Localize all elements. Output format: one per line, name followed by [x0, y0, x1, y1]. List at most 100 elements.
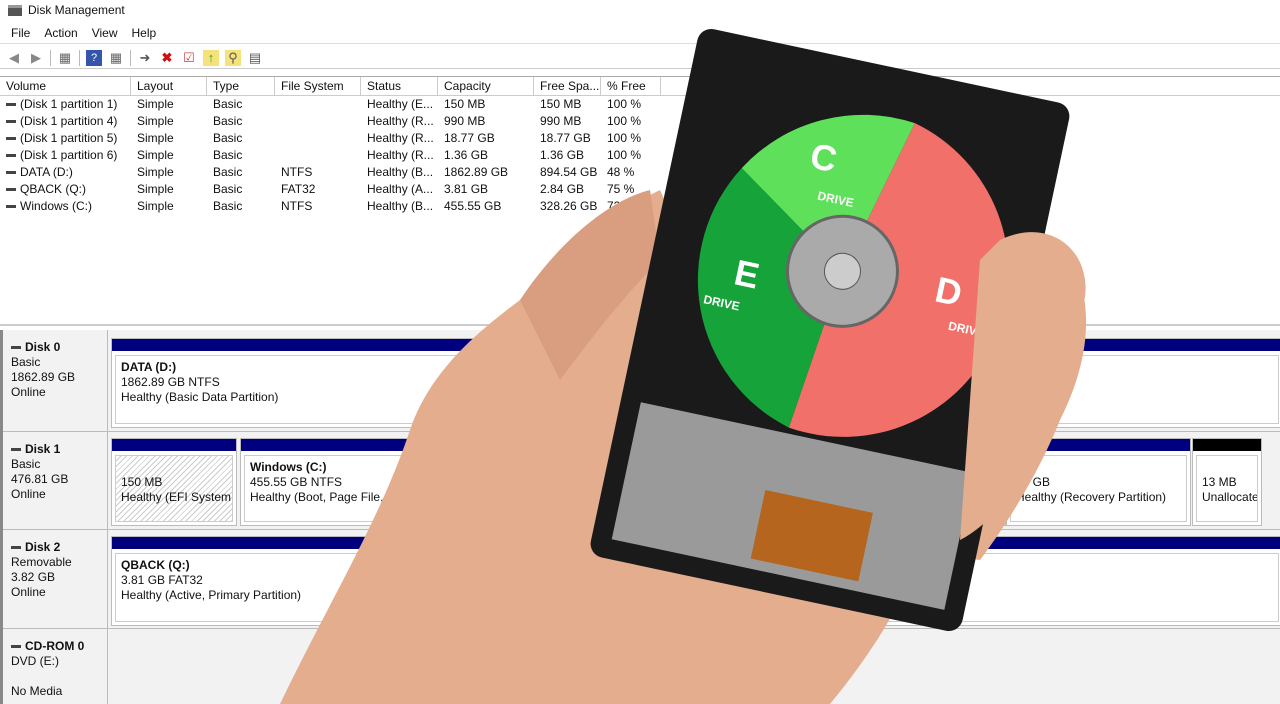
partition-title: DATA (D:) [121, 360, 177, 374]
cdrom-0-label[interactable]: CD-ROM 0 DVD (E:) No Media [11, 639, 107, 699]
volume-icon [6, 154, 16, 158]
column-percent-free[interactable]: % Free [601, 77, 661, 95]
partition-data-d[interactable]: DATA (D:) 1862.89 GB NTFS Healthy (Basic D… [111, 338, 1280, 428]
cell-free-space: 990 MB [534, 113, 601, 130]
back-icon[interactable]: ◀ [6, 50, 22, 66]
cell-percent-free: 100 % [601, 96, 661, 113]
cell-capacity: 1862.89 GB [438, 164, 534, 181]
cell-text: 1862.89 GB [444, 165, 509, 179]
disk-1-label[interactable]: Disk 1 Basic 476.81 GB Online [11, 442, 107, 502]
cell-text: 150 MB [444, 97, 486, 111]
table-row[interactable]: (Disk 1 partition 5) Simple Basic Healthy (… [0, 130, 1280, 147]
cell-layout: Simple [131, 147, 207, 164]
cell-text: 3.81 GB [444, 182, 489, 196]
cell-text: 2.84 GB [540, 182, 585, 196]
cell-capacity: 150 MB [438, 96, 534, 113]
divider [107, 530, 108, 628]
window-title: Disk Management [28, 3, 125, 17]
disk-icon [11, 546, 21, 550]
cell-text: Healthy (E... [367, 97, 434, 111]
export-icon[interactable]: ↑ [203, 49, 219, 66]
column-status[interactable]: Status [361, 77, 438, 95]
cell-volume: Windows (C:) [0, 198, 131, 215]
check-icon[interactable]: ☑ [181, 50, 197, 66]
cell-layout: Simple [131, 113, 207, 130]
cell-capacity: 18.77 GB [438, 130, 534, 147]
cell-text: QBACK (Q:) [20, 182, 87, 196]
cell-text: (Disk 1 partition 4) [20, 114, 118, 128]
disk-0-label[interactable]: Disk 0 Basic 1862.89 GB Online [11, 340, 107, 400]
partition-qback-q[interactable]: QBACK (Q:) 3.81 GB FAT32 Healthy (Active, … [111, 536, 1280, 626]
column-volume[interactable]: Volume [0, 77, 131, 95]
cell-capacity: 1.36 GB [438, 147, 534, 164]
cell-text: 100 % [607, 148, 642, 162]
menu-file[interactable]: File [4, 24, 37, 43]
cell-text: Simple [137, 131, 174, 145]
volume-icon [6, 171, 16, 175]
column-layout[interactable]: Layout [131, 77, 207, 95]
disk-state: Online [11, 385, 46, 399]
cell-text: Simple [137, 97, 174, 111]
cell-free-space: 150 MB [534, 96, 601, 113]
disk-type: Removable [11, 555, 72, 569]
menu-view[interactable]: View [85, 24, 125, 43]
menu-help[interactable]: Help [125, 24, 164, 43]
cell-percent-free: 100 % [601, 147, 661, 164]
cell-free-space: 2.84 GB [534, 181, 601, 198]
cell-text: Simple [137, 114, 174, 128]
column-capacity[interactable]: Capacity [438, 77, 534, 95]
table-row[interactable]: (Disk 1 partition 1) Simple Basic Healthy (… [0, 96, 1280, 113]
connect-icon[interactable]: ➜ [137, 50, 153, 66]
delete-icon[interactable]: ✖ [159, 50, 175, 66]
table-row[interactable]: QBACK (Q:) Simple Basic FAT32 Healthy (A... 3… [0, 181, 1280, 198]
disk-graphical-view: Disk 0 Basic 1862.89 GB Online DATA (D:)… [0, 330, 1280, 704]
column-type[interactable]: Type [207, 77, 275, 95]
cell-percent-free: 75 % [601, 181, 661, 198]
divider [107, 432, 108, 529]
cell-capacity: 990 MB [438, 113, 534, 130]
menu-action[interactable]: Action [37, 24, 84, 43]
column-free-space[interactable]: Free Spa... [534, 77, 601, 95]
partition-status: Healthy (EFI System P [121, 490, 233, 504]
properties-icon[interactable]: ▦ [108, 50, 124, 66]
divider [79, 49, 80, 66]
cell-layout: Simple [131, 164, 207, 181]
volume-list-header: Volume Layout Type File System Status Ca… [0, 77, 1280, 96]
cell-text: NTFS [281, 165, 313, 179]
cell-text: Basic [213, 131, 243, 145]
table-row[interactable]: (Disk 1 partition 4) Simple Basic Healthy (… [0, 113, 1280, 130]
disk-size: 476.81 GB [11, 472, 69, 486]
cell-text: Basic [213, 114, 243, 128]
primary-partition-bar [112, 439, 236, 451]
cell-text: Healthy (R... [367, 114, 434, 128]
partition-efi[interactable]: 150 MB Healthy (EFI System P [111, 438, 237, 526]
table-row[interactable]: (Disk 1 partition 6) Simple Basic Healthy (… [0, 147, 1280, 164]
cell-text: (Disk 1 partition 1) [20, 97, 118, 111]
disk-2-label[interactable]: Disk 2 Removable 3.82 GB Online [11, 540, 107, 600]
partition-status: Unallocate [1202, 490, 1258, 504]
cell-type: Basic [207, 198, 275, 215]
cell-type: Basic [207, 96, 275, 113]
disk-name: Disk 1 [25, 442, 61, 456]
cell-text: Simple [137, 148, 174, 162]
table-row[interactable]: Windows (C:) Simple Basic NTFS Healthy (B...… [0, 198, 1280, 215]
disk-size: 3.82 GB [11, 570, 56, 584]
cell-text: Basic [213, 148, 243, 162]
table-row[interactable]: DATA (D:) Simple Basic NTFS Healthy (B... 186… [0, 164, 1280, 181]
help-icon[interactable]: ? [86, 49, 102, 66]
cell-file-system [275, 113, 361, 130]
search-icon[interactable]: ⚲ [225, 49, 241, 66]
settings-icon[interactable]: ▤ [247, 50, 263, 66]
column-file-system[interactable]: File System [275, 77, 361, 95]
partition-title: Windows (C:) [250, 460, 327, 474]
cell-text: 1.36 GB [444, 148, 489, 162]
forward-icon[interactable]: ▶ [28, 50, 44, 66]
divider [130, 49, 131, 66]
volume-icon [6, 205, 16, 209]
cell-text: NTFS [281, 199, 313, 213]
partition-windows-c[interactable]: Windows (C:) 455.55 GB NTFS Healthy (Boot,… [240, 438, 1006, 526]
console-tree-icon[interactable]: ▦ [57, 50, 73, 66]
partition-recovery[interactable]: 36 GB Healthy (Recovery Partition) [1006, 438, 1191, 526]
cell-file-system: NTFS [275, 164, 361, 181]
partition-unallocated[interactable]: 13 MB Unallocate [1192, 438, 1262, 526]
